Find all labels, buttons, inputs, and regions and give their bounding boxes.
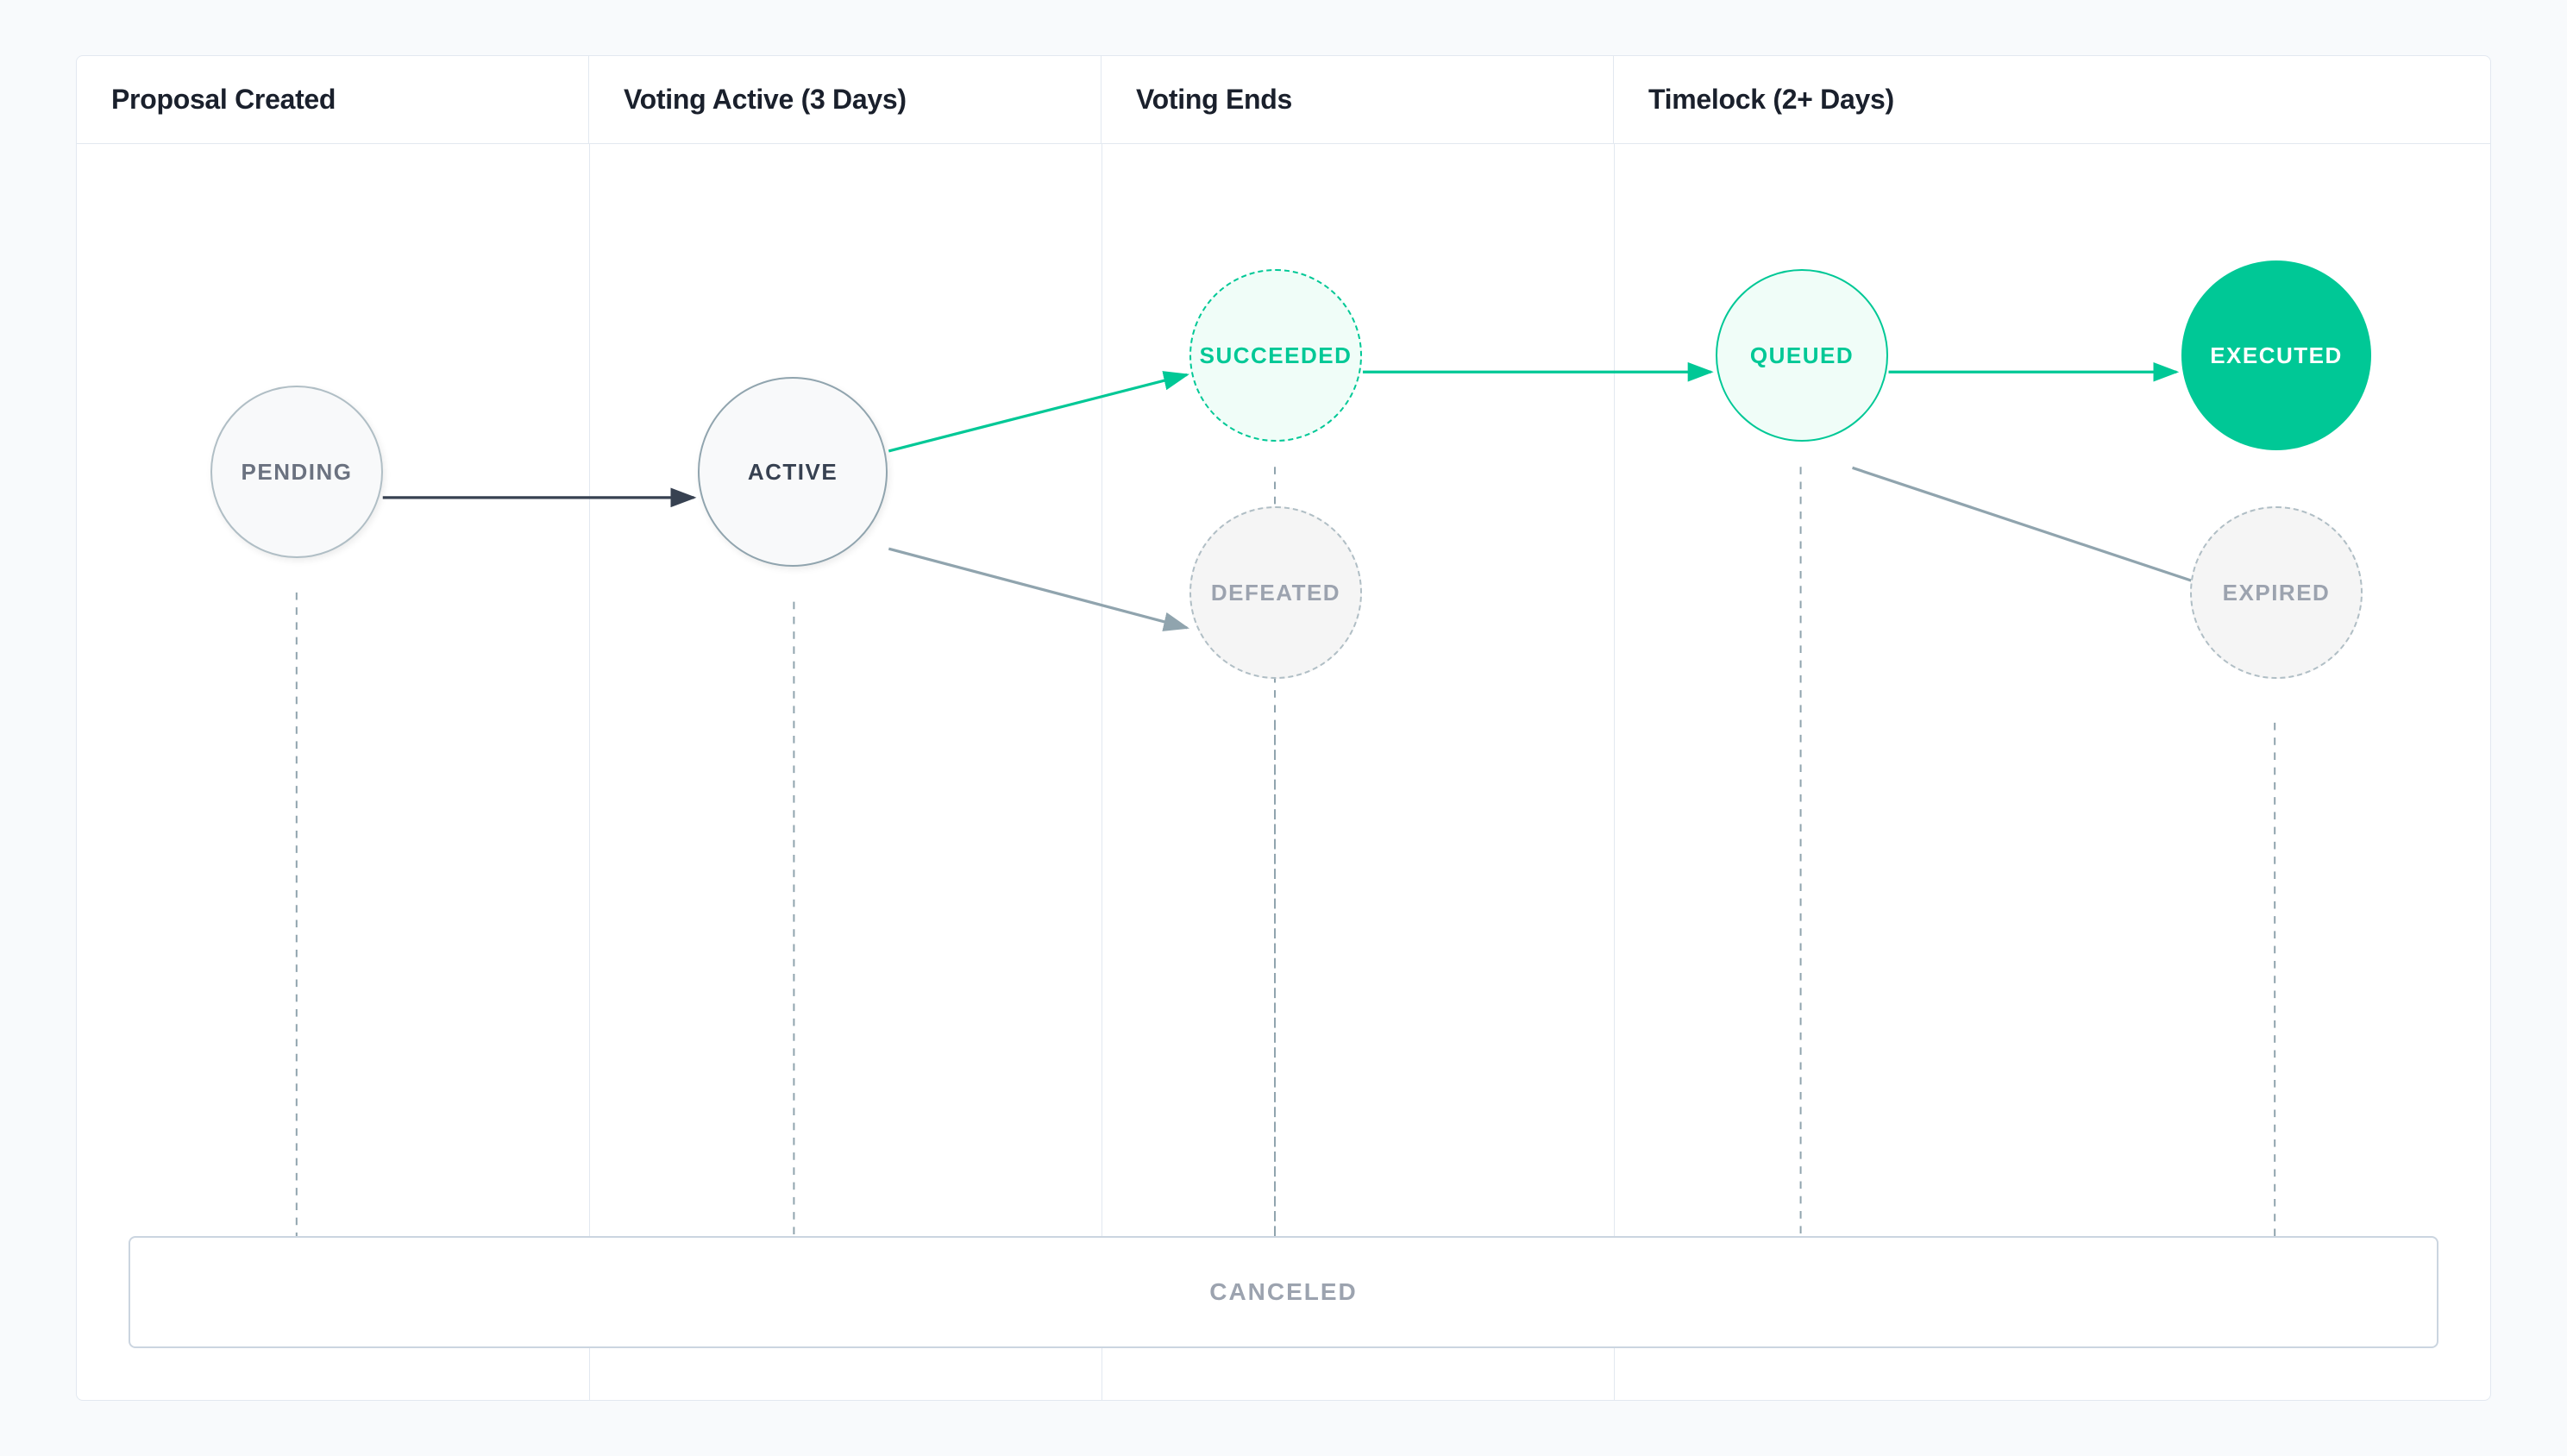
node-expired: EXPIRED (2190, 506, 2363, 679)
node-executed: EXECUTED (2181, 260, 2371, 450)
diagram-container: Proposal Created Voting Active (3 Days) … (76, 55, 2491, 1401)
header-row: Proposal Created Voting Active (3 Days) … (77, 56, 2490, 144)
content-area: PENDING ACTIVE SUCCEEDED DEFEATED QUEUED… (77, 144, 2490, 1400)
col-divider-1 (589, 144, 590, 1400)
header-proposal-created: Proposal Created (77, 56, 589, 143)
node-queued: QUEUED (1716, 269, 1888, 442)
col-divider-3 (1614, 144, 1615, 1400)
canceled-box: CANCELED (129, 1236, 2438, 1348)
header-timelock: Timelock (2+ Days) (1614, 56, 2490, 143)
node-pending: PENDING (210, 386, 383, 558)
node-defeated: DEFEATED (1189, 506, 1362, 679)
header-voting-ends: Voting Ends (1101, 56, 1614, 143)
node-active: ACTIVE (698, 377, 888, 567)
col-divider-2 (1101, 144, 1102, 1400)
header-voting-active: Voting Active (3 Days) (589, 56, 1101, 143)
node-succeeded: SUCCEEDED (1189, 269, 1362, 442)
